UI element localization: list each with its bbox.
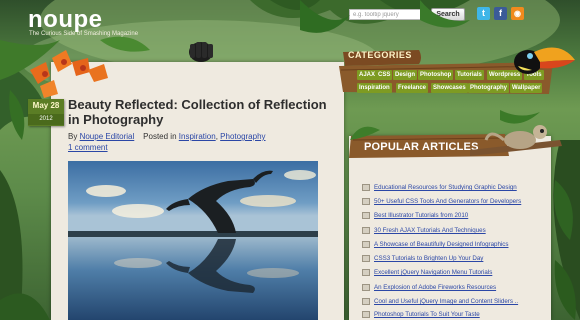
category-tag-wallpaper[interactable]: Wallpaper	[510, 83, 543, 93]
category-tag-tutorials[interactable]: Tutorials	[455, 70, 484, 80]
post-meta: By Noupe Editorial Posted in Inspiration…	[68, 131, 266, 142]
category-separator: ,	[215, 132, 218, 141]
post-date-badge: May 28 2012	[28, 99, 64, 126]
search-input[interactable]	[349, 9, 427, 20]
post-title[interactable]: Beauty Reflected: Collection of Reflecti…	[68, 97, 336, 127]
list-item[interactable]: An Explosion of Adobe Fireworks Resource…	[362, 283, 547, 293]
popular-article-link[interactable]: CSS3 Tutorials to Brighten Up Your Day	[374, 254, 483, 264]
article-thumbnail-icon	[362, 212, 370, 219]
facebook-icon[interactable]: f	[494, 7, 507, 20]
category-tag-showcases[interactable]: Showcases	[431, 83, 468, 93]
list-item[interactable]: Excellent jQuery Navigation Menu Tutoria…	[362, 268, 547, 278]
list-item[interactable]: 30 Fresh AJAX Tutorials And Techniques	[362, 226, 547, 236]
category-tag-tools[interactable]: Tools	[524, 70, 544, 80]
rss-icon[interactable]: ◉	[511, 7, 524, 20]
category-tag-photoshop[interactable]: Photoshop	[418, 70, 454, 80]
site-tagline: The Curious Side of Smashing Magazine	[29, 31, 139, 37]
category-link-inspiration[interactable]: Inspiration	[179, 132, 216, 141]
article-thumbnail-icon	[362, 198, 370, 205]
post-date-month-day: May 28	[32, 101, 60, 110]
category-tag-photography[interactable]: Photography	[468, 83, 509, 93]
popular-article-link[interactable]: 30 Fresh AJAX Tutorials And Techniques	[374, 226, 486, 236]
popular-article-link[interactable]: Cool and Useful jQuery Image and Content…	[374, 297, 518, 307]
featured-photo[interactable]	[68, 161, 318, 320]
category-tag-inspiration[interactable]: Inspiration	[357, 83, 392, 93]
posted-in-label: Posted in	[143, 132, 177, 141]
category-tag-wordpress[interactable]: Wordpress	[487, 70, 523, 80]
popular-article-link[interactable]: 50+ Useful CSS Tools And Generators for …	[374, 197, 521, 207]
category-tag-css[interactable]: CSS	[376, 70, 393, 80]
comments-link[interactable]: 1 comment	[68, 142, 108, 153]
article-thumbnail-icon	[362, 284, 370, 291]
list-item[interactable]: CSS3 Tutorials to Brighten Up Your Day	[362, 254, 547, 264]
article-thumbnail-icon	[362, 227, 370, 234]
popular-article-link[interactable]: Photoshop Tutorials To Suit Your Taste	[374, 310, 480, 320]
category-tag-design[interactable]: Design	[393, 70, 418, 80]
list-item[interactable]: A Showcase of Beautifully Designed Infog…	[362, 240, 547, 250]
popular-article-link[interactable]: An Explosion of Adobe Fireworks Resource…	[374, 283, 496, 293]
list-item[interactable]: Best Illustrator Tutorials from 2010	[362, 211, 547, 221]
list-item[interactable]: Photoshop Tutorials To Suit Your Taste	[362, 310, 547, 320]
categories-title: CATEGORIES	[348, 50, 412, 60]
site-logo[interactable]: noupe	[28, 8, 103, 32]
popular-article-link[interactable]: A Showcase of Beautifully Designed Infog…	[374, 240, 509, 250]
post-date-year: 2012	[28, 114, 64, 125]
article-thumbnail-icon	[362, 255, 370, 262]
article-thumbnail-icon	[362, 311, 370, 318]
site-header: noupe The Curious Side of Smashing Magaz…	[0, 0, 580, 44]
article-thumbnail-icon	[362, 298, 370, 305]
popular-article-link[interactable]: Educational Resources for Studying Graph…	[374, 183, 517, 193]
article-thumbnail-icon	[362, 241, 370, 248]
popular-article-link[interactable]: Excellent jQuery Navigation Menu Tutoria…	[374, 268, 492, 278]
list-item[interactable]: 50+ Useful CSS Tools And Generators for …	[362, 197, 547, 207]
category-tag-ajax[interactable]: AJAX	[357, 70, 378, 80]
article-thumbnail-icon	[362, 269, 370, 276]
list-item[interactable]: Cool and Useful jQuery Image and Content…	[362, 297, 547, 307]
author-link[interactable]: Noupe Editorial	[80, 132, 135, 141]
popular-article-link[interactable]: Best Illustrator Tutorials from 2010	[374, 211, 468, 221]
category-link-photography[interactable]: Photography	[220, 132, 265, 141]
by-label: By	[68, 132, 78, 141]
popular-articles-title: POPULAR ARTICLES	[364, 141, 479, 153]
twitter-icon[interactable]: t	[477, 7, 490, 20]
category-tag-freelance[interactable]: Freelance	[396, 83, 429, 93]
list-item[interactable]: Educational Resources for Studying Graph…	[362, 183, 547, 193]
article-thumbnail-icon	[362, 184, 370, 191]
search-button[interactable]: Search	[431, 8, 465, 21]
